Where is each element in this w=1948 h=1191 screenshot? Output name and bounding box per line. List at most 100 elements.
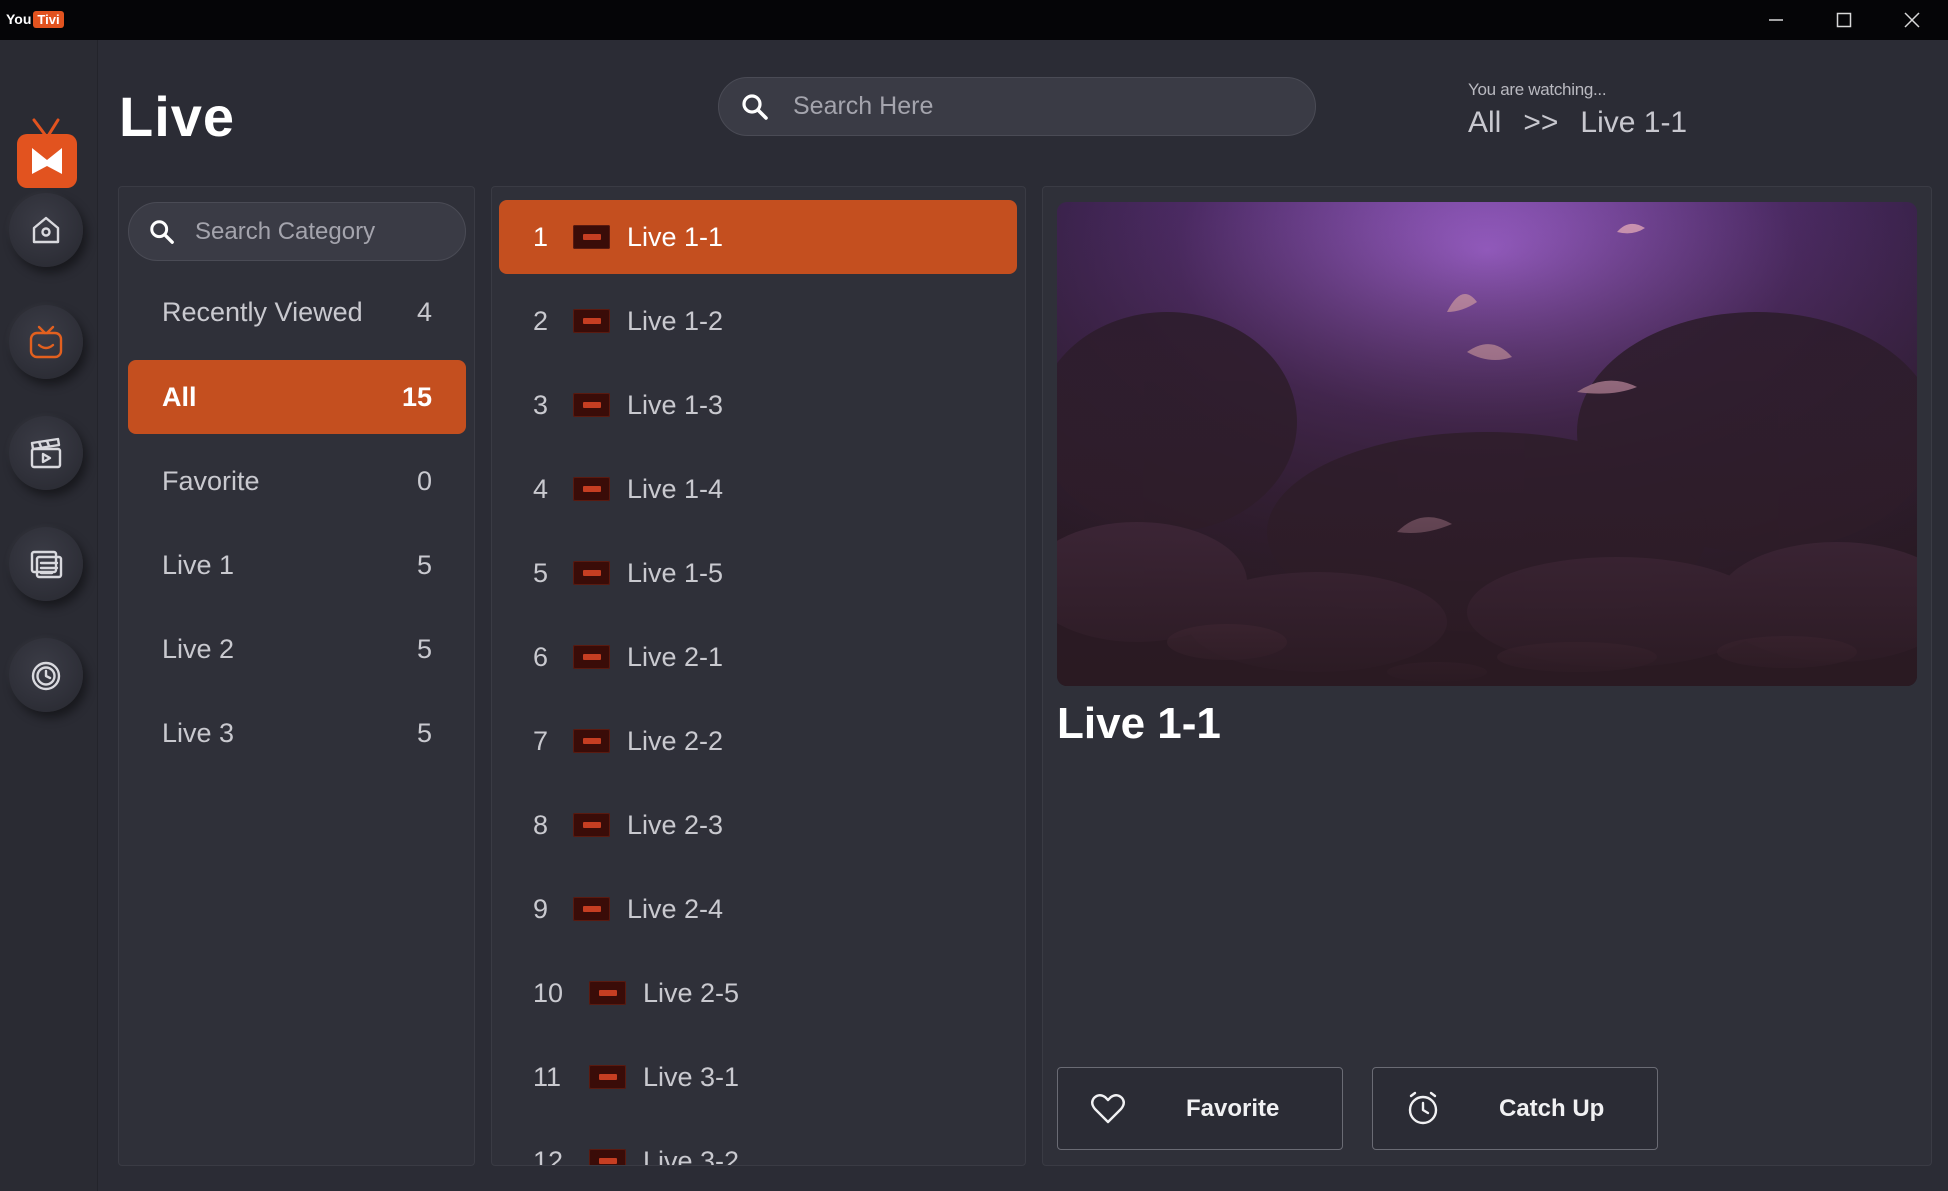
channel-name: Live 1-2: [627, 305, 724, 336]
channel-number: 12: [533, 1145, 564, 1166]
channel-logo-icon: [573, 813, 610, 837]
channel-logo-icon: [573, 645, 610, 669]
app-logo-icon: [17, 118, 77, 188]
channel-number: 6: [533, 641, 549, 672]
minimize-button[interactable]: [1742, 0, 1810, 40]
channel-logo-icon: [573, 477, 610, 501]
nav-rail: [0, 40, 98, 1191]
nav-live-tv-button[interactable]: [9, 305, 83, 379]
channel-list-panel: 1 Live 1-1 2 Live 1-2 3 Live 1-3 4 Live …: [491, 186, 1026, 1166]
channel-logo-icon: [589, 1065, 626, 1089]
alarm-clock-icon: [1408, 1091, 1438, 1124]
category-item-all[interactable]: All 15: [128, 360, 466, 434]
channel-number: 1: [533, 221, 549, 252]
channel-item[interactable]: 10 Live 2-5: [499, 956, 1017, 1030]
page-title: Live: [119, 85, 236, 148]
search-icon: [739, 91, 771, 123]
maximize-icon: [1836, 12, 1852, 28]
channel-name: Live 1-1: [627, 221, 724, 252]
video-player[interactable]: [1057, 202, 1917, 686]
channel-item[interactable]: 7 Live 2-2: [499, 704, 1017, 778]
close-icon: [1904, 12, 1920, 28]
current-channel-title: Live 1-1: [1057, 699, 1221, 748]
category-search-placeholder: Search Category: [195, 217, 376, 245]
category-label: All: [162, 381, 197, 412]
channel-number: 3: [533, 389, 549, 420]
channel-item[interactable]: 5 Live 1-5: [499, 536, 1017, 610]
channel-logo-icon: [573, 561, 610, 585]
category-search-input[interactable]: Search Category: [128, 202, 466, 261]
nav-catchup-button[interactable]: [9, 638, 83, 712]
catch-up-label: Catch Up: [1499, 1094, 1605, 1122]
category-count: 5: [416, 633, 432, 664]
channel-item[interactable]: 8 Live 2-3: [499, 788, 1017, 862]
category-label: Live 3: [162, 717, 235, 748]
channel-name: Live 2-2: [627, 725, 724, 756]
channel-number: 8: [533, 809, 549, 840]
category-label: Recently Viewed: [162, 296, 363, 327]
catch-up-button[interactable]: Catch Up: [1372, 1067, 1658, 1150]
now-watching-breadcrumb: All >> Live 1-1: [1468, 106, 1687, 140]
channel-name: Live 1-3: [627, 389, 724, 420]
search-placeholder: Search Here: [793, 92, 934, 120]
channel-item[interactable]: 1 Live 1-1: [499, 200, 1017, 274]
video-frame-aquarium: [1057, 202, 1917, 686]
breadcrumb-separator: >>: [1523, 106, 1559, 139]
movie-clapper-icon: [30, 437, 62, 469]
breadcrumb-channel: Live 1-1: [1580, 106, 1688, 139]
category-item-favorite[interactable]: Favorite 0: [128, 444, 466, 518]
tv-icon: [29, 325, 63, 359]
category-item-live-1[interactable]: Live 1 5: [128, 528, 466, 602]
nav-movies-button[interactable]: [9, 416, 83, 490]
category-count: 4: [416, 296, 432, 327]
channel-logo-icon: [589, 1149, 626, 1165]
window-title-bar: You Tivi: [0, 0, 1948, 40]
category-item-live-3[interactable]: Live 3 5: [128, 696, 466, 770]
breadcrumb-category: All: [1468, 106, 1502, 139]
category-count: 5: [416, 717, 432, 748]
channel-name: Live 3-2: [643, 1145, 740, 1166]
channel-number: 11: [533, 1061, 562, 1092]
channel-item[interactable]: 9 Live 2-4: [499, 872, 1017, 946]
channel-name: Live 2-5: [643, 977, 740, 1008]
channel-item[interactable]: 4 Live 1-4: [499, 452, 1017, 526]
category-label: Favorite: [162, 465, 260, 496]
category-count: 5: [416, 549, 432, 580]
nav-series-button[interactable]: [9, 527, 83, 601]
category-item-recently-viewed[interactable]: Recently Viewed 4: [128, 275, 466, 349]
channel-detail-panel: Live 1-1 Favorite Catch Up: [1042, 186, 1932, 1166]
channel-number: 9: [533, 893, 549, 924]
channel-name: Live 1-4: [627, 473, 724, 504]
search-icon: [147, 217, 177, 247]
channel-logo-icon: [573, 225, 610, 249]
global-search-input[interactable]: Search Here: [718, 77, 1316, 136]
maximize-button[interactable]: [1810, 0, 1878, 40]
favorite-button[interactable]: Favorite: [1057, 1067, 1343, 1150]
nav-home-button[interactable]: [9, 193, 83, 267]
channel-logo-icon: [573, 897, 610, 921]
logo-text-you: You: [6, 11, 32, 27]
minimize-icon: [1769, 19, 1783, 21]
channel-logo-icon: [573, 729, 610, 753]
category-item-live-2[interactable]: Live 2 5: [128, 612, 466, 686]
channel-item[interactable]: 12 Live 3-2: [499, 1124, 1017, 1166]
logo-text-tivi: Tivi: [33, 10, 64, 28]
channel-logo-icon: [573, 309, 610, 333]
channel-name: Live 2-3: [627, 809, 724, 840]
home-icon: [32, 216, 60, 244]
app-logo-small: You Tivi: [6, 8, 64, 30]
category-count: 0: [416, 465, 432, 496]
category-label: Live 2: [162, 633, 235, 664]
channel-item[interactable]: 3 Live 1-3: [499, 368, 1017, 442]
category-panel: Search Category Recently Viewed 4 All 15…: [118, 186, 475, 1166]
channel-item[interactable]: 11 Live 3-1: [499, 1040, 1017, 1114]
now-watching-label: You are watching...: [1468, 80, 1607, 99]
channel-item[interactable]: 2 Live 1-2: [499, 284, 1017, 358]
channel-number: 4: [533, 473, 549, 504]
close-button[interactable]: [1878, 0, 1946, 40]
channel-logo-icon: [573, 393, 610, 417]
channel-number: 2: [533, 305, 549, 336]
channel-name: Live 3-1: [643, 1061, 740, 1092]
channel-item[interactable]: 6 Live 2-1: [499, 620, 1017, 694]
channel-number: 10: [533, 977, 564, 1008]
